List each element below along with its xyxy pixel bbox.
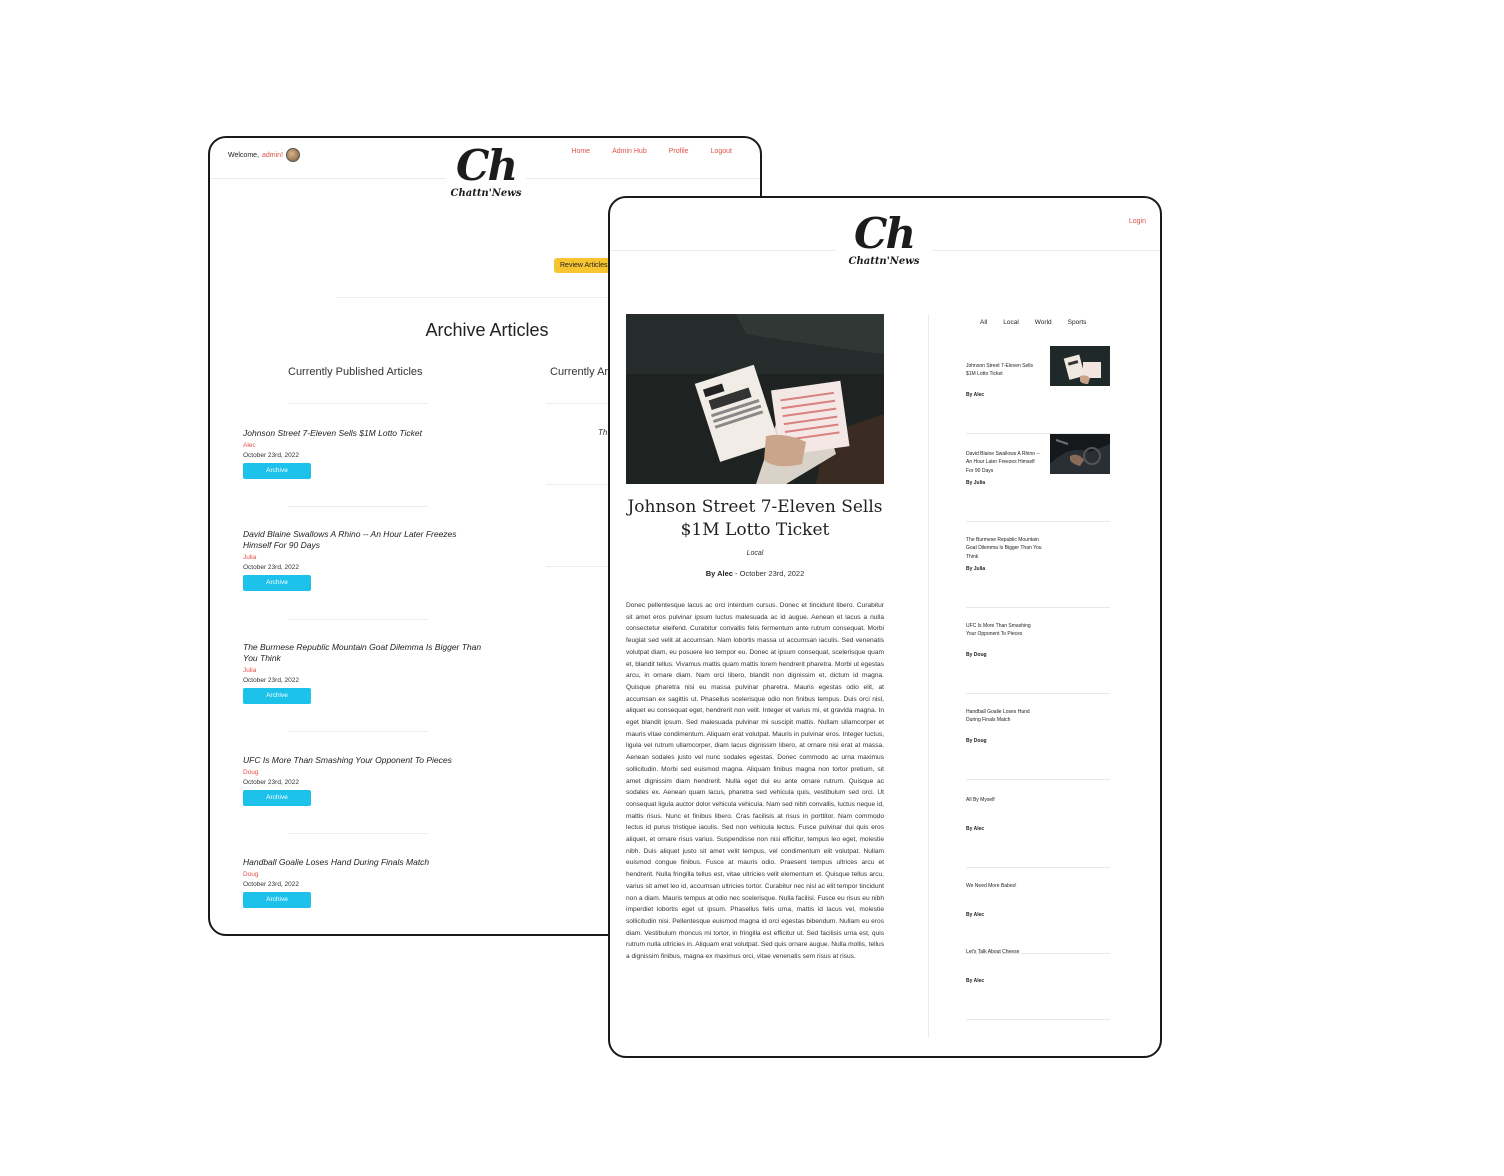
archive-button[interactable]: Archive bbox=[243, 688, 311, 704]
list-item: Handball Goalie Loses Hand During Finals… bbox=[243, 857, 483, 908]
article-date: October 23rd, 2022 bbox=[243, 779, 300, 786]
published-column-title: Currently Published Articles bbox=[288, 366, 423, 378]
login-link[interactable]: Login bbox=[1129, 218, 1146, 225]
archive-button[interactable]: Archive bbox=[243, 575, 311, 591]
category-tabs: All Local World Sports bbox=[980, 319, 1086, 326]
sidebar-article[interactable]: Johnson Street 7-Eleven Sells $1M Lotto … bbox=[966, 346, 1110, 434]
archived-article-title: Th bbox=[598, 428, 608, 437]
sidebar-article-author: By Alec bbox=[966, 912, 985, 918]
article-author[interactable]: Doug bbox=[243, 769, 483, 776]
admin-nav: Home Admin Hub Profile Logout bbox=[571, 148, 732, 155]
sidebar-thumbnail[interactable] bbox=[1050, 346, 1110, 386]
article-author[interactable]: Julia bbox=[243, 667, 483, 674]
sidebar-article[interactable]: David Blaine Swallows A Rhino -- An Hour… bbox=[966, 434, 1110, 522]
article-author[interactable]: Alec bbox=[243, 442, 483, 449]
tab-sports[interactable]: Sports bbox=[1068, 319, 1087, 326]
logo-mark: Ch bbox=[854, 209, 916, 258]
article-title[interactable]: David Blaine Swallows A Rhino -- An Hour… bbox=[243, 529, 483, 551]
article-date: October 23rd, 2022 bbox=[243, 677, 300, 684]
sidebar-article[interactable]: Let's Talk About Cheese By Alec bbox=[966, 932, 1110, 1020]
sidebar-article-author: By Alec bbox=[966, 392, 985, 398]
archive-button[interactable]: Archive bbox=[243, 463, 311, 479]
archive-button[interactable]: Archive bbox=[243, 892, 311, 908]
article-title[interactable]: Johnson Street 7-Eleven Sells $1M Lotto … bbox=[243, 428, 483, 439]
welcome-message: Welcome, admin! bbox=[228, 148, 301, 162]
sidebar-article-title[interactable]: All By Myself bbox=[966, 796, 1042, 804]
avatar[interactable] bbox=[286, 148, 301, 162]
sidebar-article-author: By Alec bbox=[966, 826, 985, 832]
sidebar-article[interactable]: The Burmese Republic Mountain Goat Dilem… bbox=[966, 520, 1110, 608]
tab-local[interactable]: Local bbox=[1003, 319, 1019, 326]
sidebar-article[interactable]: Handball Goalie Loses Hand During Finals… bbox=[966, 692, 1110, 780]
article-title[interactable]: UFC Is More Than Smashing Your Opponent … bbox=[243, 755, 483, 766]
sidebar-article-title[interactable]: Handball Goalie Loses Hand During Finals… bbox=[966, 708, 1042, 725]
article-title: Johnson Street 7-Eleven Sells $1M Lotto … bbox=[627, 497, 883, 540]
sidebar-article-author: By Doug bbox=[966, 738, 987, 744]
article-title[interactable]: The Burmese Republic Mountain Goat Dilem… bbox=[243, 642, 483, 664]
sidebar-thumbnail[interactable] bbox=[1050, 434, 1110, 474]
list-item: Johnson Street 7-Eleven Sells $1M Lotto … bbox=[243, 428, 483, 479]
logo-wordmark: Chattn'News bbox=[450, 188, 522, 199]
welcome-prefix: Welcome, bbox=[228, 151, 259, 159]
logo-mark: Ch bbox=[456, 141, 518, 190]
sidebar-article-title[interactable]: UFC Is More Than Smashing Your Opponent … bbox=[966, 622, 1042, 639]
welcome-username: admin! bbox=[262, 151, 284, 159]
nav-admin-hub[interactable]: Admin Hub bbox=[612, 148, 647, 155]
column-divider bbox=[288, 403, 428, 404]
list-item: The Burmese Republic Mountain Goat Dilem… bbox=[243, 642, 483, 704]
sidebar-article-title[interactable]: Johnson Street 7-Eleven Sells $1M Lotto … bbox=[966, 362, 1042, 379]
nav-home[interactable]: Home bbox=[571, 148, 590, 155]
site-logo[interactable]: Ch Chattn'News bbox=[446, 144, 526, 200]
sidebar-article-title[interactable]: David Blaine Swallows A Rhino -- An Hour… bbox=[966, 450, 1042, 475]
sidebar-article[interactable]: All By Myself By Alec bbox=[966, 780, 1110, 868]
article-date: October 23rd, 2022 bbox=[243, 452, 300, 459]
article-date: October 23rd, 2022 bbox=[243, 564, 300, 571]
byline-author[interactable]: By Alec bbox=[706, 569, 733, 578]
nav-profile[interactable]: Profile bbox=[669, 148, 689, 155]
article-hero-image bbox=[626, 314, 884, 484]
sidebar-article-author: By Alec bbox=[966, 978, 985, 984]
article-window: Ch Chattn'News Login Johnson Street 7-El… bbox=[608, 196, 1162, 1058]
article-byline: By Alec - October 23rd, 2022 bbox=[626, 569, 884, 578]
article-date: October 23rd, 2022 bbox=[243, 881, 300, 888]
sidebar-article-title[interactable]: The Burmese Republic Mountain Goat Dilem… bbox=[966, 536, 1042, 561]
sidebar-divider bbox=[928, 314, 929, 1038]
article-title[interactable]: Handball Goalie Loses Hand During Finals… bbox=[243, 857, 483, 868]
archive-button[interactable]: Archive bbox=[243, 790, 311, 806]
sidebar-article-author: By Doug bbox=[966, 652, 987, 658]
tab-world[interactable]: World bbox=[1035, 319, 1052, 326]
article-author[interactable]: Julia bbox=[243, 554, 483, 561]
site-logo[interactable]: Ch Chattn'News bbox=[836, 212, 932, 268]
article-body: Donec pellentesque lacus ac orci interdu… bbox=[626, 602, 885, 961]
logo-wordmark: Chattn'News bbox=[848, 256, 920, 267]
nav-logout[interactable]: Logout bbox=[711, 148, 732, 155]
article-author[interactable]: Doug bbox=[243, 871, 483, 878]
byline-date: - October 23rd, 2022 bbox=[732, 569, 805, 578]
article-category[interactable]: Local bbox=[626, 550, 884, 557]
sidebar-article-title[interactable]: We Need More Babes! bbox=[966, 882, 1042, 890]
sidebar-article-title[interactable]: Let's Talk About Cheese bbox=[966, 948, 1042, 956]
sidebar-article[interactable]: UFC Is More Than Smashing Your Opponent … bbox=[966, 606, 1110, 694]
sidebar-article-author: By Julia bbox=[966, 566, 986, 572]
tab-all[interactable]: All bbox=[980, 319, 987, 326]
article-divider bbox=[288, 731, 428, 732]
sidebar-article-author: By Julia bbox=[966, 480, 986, 486]
article-divider bbox=[288, 506, 428, 507]
article-divider bbox=[288, 619, 428, 620]
review-articles-button[interactable]: Review Articles bbox=[554, 258, 614, 273]
list-item: David Blaine Swallows A Rhino -- An Hour… bbox=[243, 529, 483, 591]
list-item: UFC Is More Than Smashing Your Opponent … bbox=[243, 755, 483, 806]
archived-column-title: Currently Ar bbox=[550, 366, 609, 378]
article-divider bbox=[288, 833, 428, 834]
